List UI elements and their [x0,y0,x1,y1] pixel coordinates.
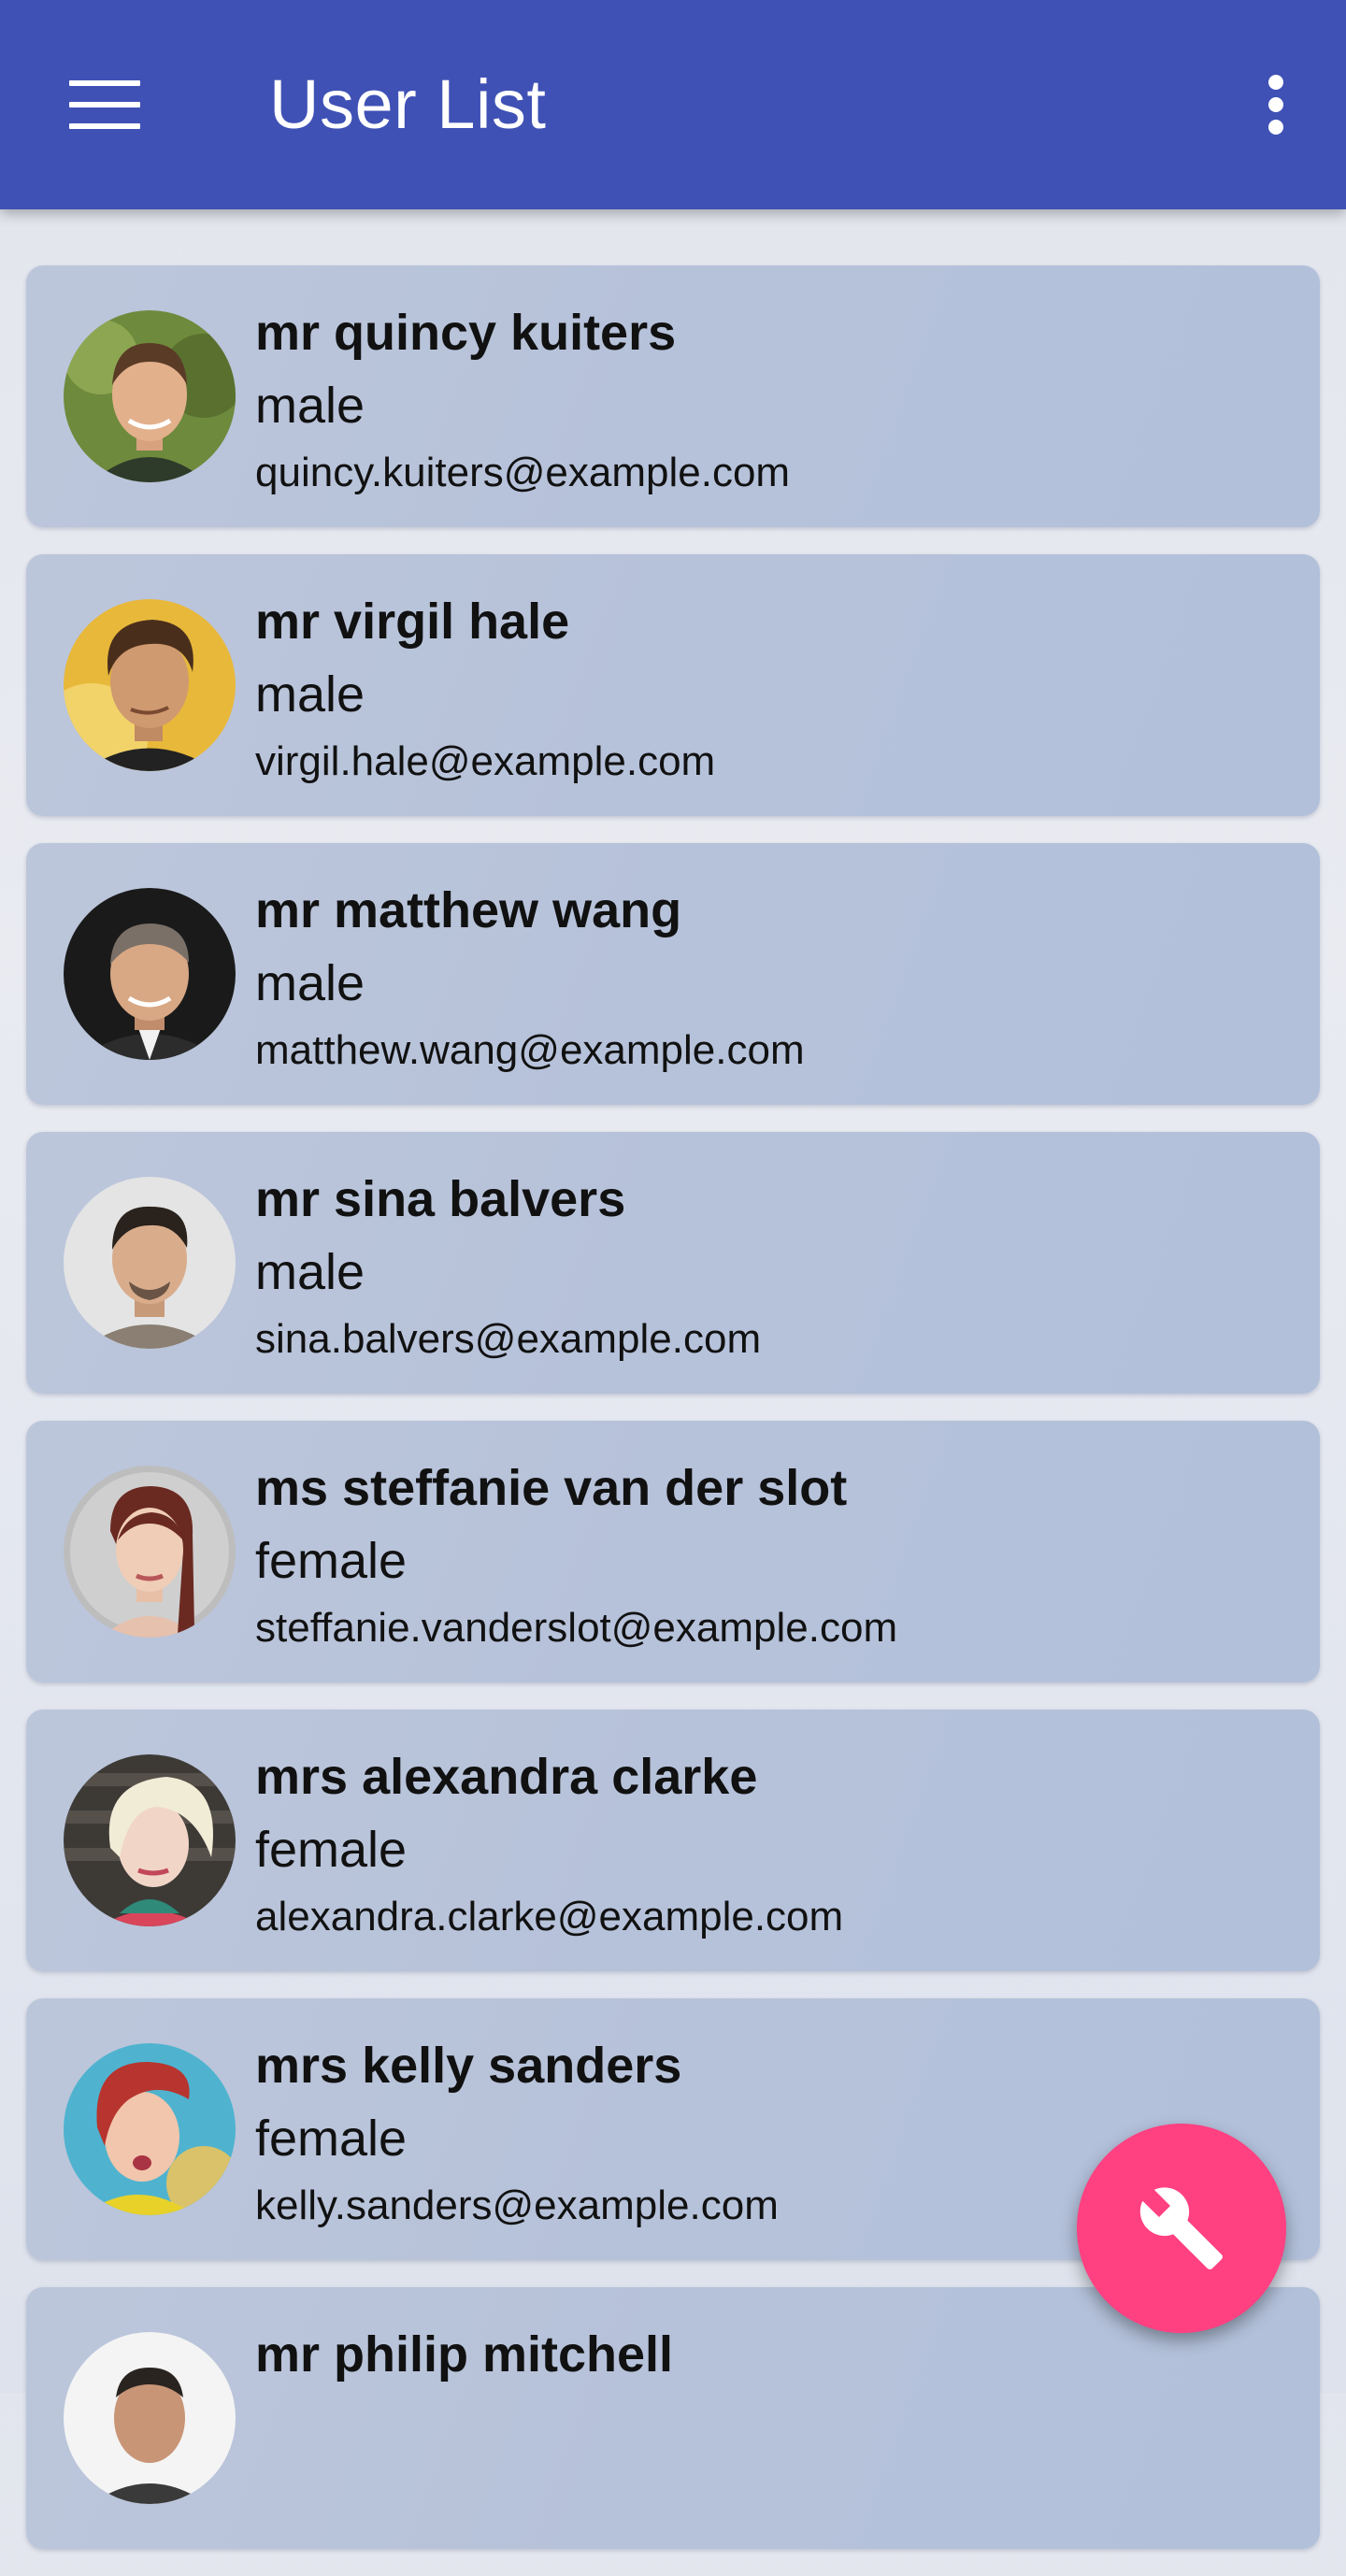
settings-fab[interactable] [1077,2124,1286,2333]
user-email: matthew.wang@example.com [255,1027,805,1073]
user-card[interactable]: mr virgil hale male virgil.hale@example.… [26,554,1320,816]
user-card[interactable]: ms steffanie van der slot female steffan… [26,1421,1320,1682]
user-gender: male [255,378,365,434]
menu-button[interactable] [47,58,163,151]
user-gender: male [255,1244,365,1300]
user-name: mr matthew wang [255,882,682,938]
avatar [64,1177,236,1349]
user-email: sina.balvers@example.com [255,1316,762,1362]
user-gender: female [255,1822,408,1878]
page-title: User List [269,65,547,143]
menu-icon [69,80,140,129]
avatar [64,310,236,482]
more-options-button[interactable] [1234,58,1318,151]
user-email: alexandra.clarke@example.com [255,1894,844,1939]
avatar [64,2043,236,2215]
user-email: virgil.hale@example.com [255,738,716,784]
user-name: mr virgil hale [255,594,570,650]
user-name: mr philip mitchell [255,2326,674,2383]
user-gender: male [255,666,365,723]
avatar [64,1754,236,1926]
user-gender: male [255,955,365,1011]
user-email: steffanie.vanderslot@example.com [255,1605,898,1651]
user-name: mrs kelly sanders [255,2038,682,2094]
avatar [64,1466,236,1638]
user-card[interactable]: mr philip mitchell [26,2287,1320,2549]
app-bar: User List [0,0,1346,209]
avatar [64,599,236,771]
avatar [64,888,236,1060]
user-name: mrs alexandra clarke [255,1749,758,1805]
user-card[interactable]: mr matthew wang male matthew.wang@exampl… [26,843,1320,1105]
user-name: ms steffanie van der slot [255,1460,848,1516]
more-vert-icon [1268,75,1283,90]
user-gender: female [255,1533,408,1589]
avatar [64,2332,236,2504]
wrench-icon [1139,2187,1223,2269]
user-name: mr sina balvers [255,1171,626,1227]
user-name: mr quincy kuiters [255,305,677,361]
user-card[interactable]: mrs alexandra clarke female alexandra.cl… [26,1710,1320,1971]
user-email: quincy.kuiters@example.com [255,450,791,495]
user-card[interactable]: mr quincy kuiters male quincy.kuiters@ex… [26,265,1320,527]
user-card[interactable]: mr sina balvers male sina.balvers@exampl… [26,1132,1320,1394]
